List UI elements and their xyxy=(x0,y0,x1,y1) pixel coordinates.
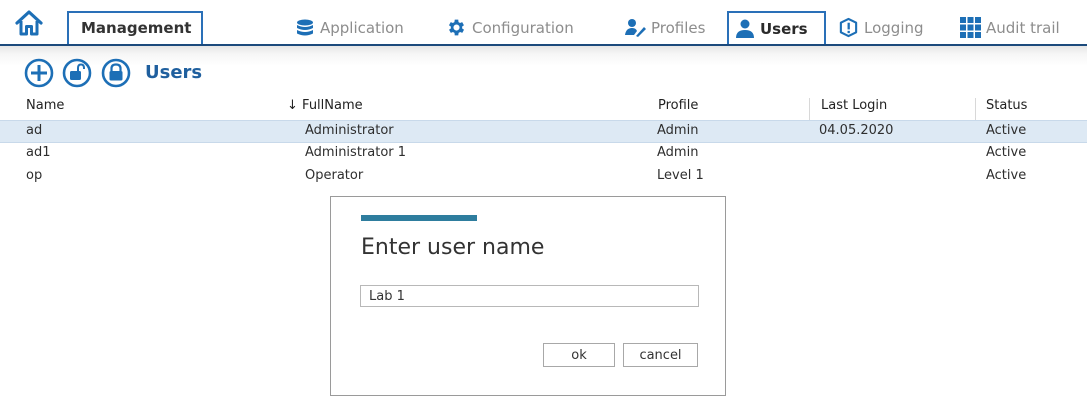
column-header-status[interactable]: Status xyxy=(986,98,1027,118)
cell-status: Active xyxy=(986,168,1027,183)
dialog-accent-bar xyxy=(361,215,477,221)
tab-configuration-label: Configuration xyxy=(472,18,574,37)
cell-status: Active xyxy=(986,145,1027,160)
tab-logging-label: Logging xyxy=(864,18,924,37)
column-header-fullname[interactable]: ↓ FullName xyxy=(287,98,363,118)
lock-user-button[interactable] xyxy=(101,58,131,88)
unlock-user-button[interactable] xyxy=(62,58,92,88)
column-header-profile[interactable]: Profile xyxy=(658,98,698,118)
table-row[interactable]: ad1 Administrator 1 Admin Active xyxy=(0,143,1087,166)
cancel-button[interactable]: cancel xyxy=(623,343,698,367)
column-header-last-login[interactable]: Last Login xyxy=(821,98,887,118)
tab-management[interactable]: Management xyxy=(67,11,203,44)
cell-name: ad xyxy=(26,123,43,138)
tab-audit-trail-label: Audit trail xyxy=(986,18,1060,37)
tab-application[interactable]: Application xyxy=(295,11,404,44)
column-header-name[interactable]: Name xyxy=(26,98,64,118)
sort-down-icon: ↓ xyxy=(287,98,298,113)
add-user-button[interactable] xyxy=(24,58,54,88)
tab-audit-trail[interactable]: Audit trail xyxy=(960,11,1060,44)
cell-fullname: Administrator 1 xyxy=(305,145,407,160)
cell-profile: Admin xyxy=(657,123,699,138)
user-icon xyxy=(736,19,754,38)
user-name-input[interactable] xyxy=(360,285,699,307)
logging-icon xyxy=(839,17,858,38)
enter-user-name-dialog: Enter user name ok cancel xyxy=(330,196,726,396)
table-row[interactable]: ad Administrator Admin 04.05.2020 Active xyxy=(0,120,1087,143)
home-button[interactable] xyxy=(14,8,44,38)
cell-name: ad1 xyxy=(26,145,51,160)
dialog-title: Enter user name xyxy=(361,235,545,260)
cell-fullname: Operator xyxy=(305,168,364,183)
cell-fullname: Administrator xyxy=(305,123,394,138)
tab-application-label: Application xyxy=(320,18,404,37)
cell-name: op xyxy=(26,168,43,183)
section-title: Users xyxy=(145,62,203,83)
add-circle-icon xyxy=(24,58,54,88)
tab-users[interactable]: Users xyxy=(727,11,826,44)
tab-users-label: Users xyxy=(760,19,808,38)
column-divider xyxy=(809,98,810,120)
unlock-icon xyxy=(62,58,92,88)
main-tab-bar: Management Application Configuration Pro… xyxy=(0,0,1087,46)
home-icon xyxy=(15,10,43,36)
cell-last-login: 04.05.2020 xyxy=(819,123,894,138)
cell-profile: Admin xyxy=(657,145,699,160)
ok-button[interactable]: ok xyxy=(543,343,615,367)
tab-profiles-label: Profiles xyxy=(651,18,706,37)
database-icon xyxy=(297,19,313,35)
tab-logging[interactable]: Logging xyxy=(838,11,924,44)
profiles-icon xyxy=(625,18,646,37)
cell-profile: Level 1 xyxy=(657,168,704,183)
tab-profiles[interactable]: Profiles xyxy=(624,11,705,44)
column-divider xyxy=(975,98,976,120)
lock-icon xyxy=(101,58,131,88)
cell-status: Active xyxy=(986,123,1027,138)
grid-icon xyxy=(960,17,981,38)
tab-configuration[interactable]: Configuration xyxy=(446,11,574,44)
column-header-fullname-label: FullName xyxy=(302,98,363,113)
table-row[interactable]: op Operator Level 1 Active xyxy=(0,166,1087,189)
gear-icon xyxy=(448,19,465,36)
